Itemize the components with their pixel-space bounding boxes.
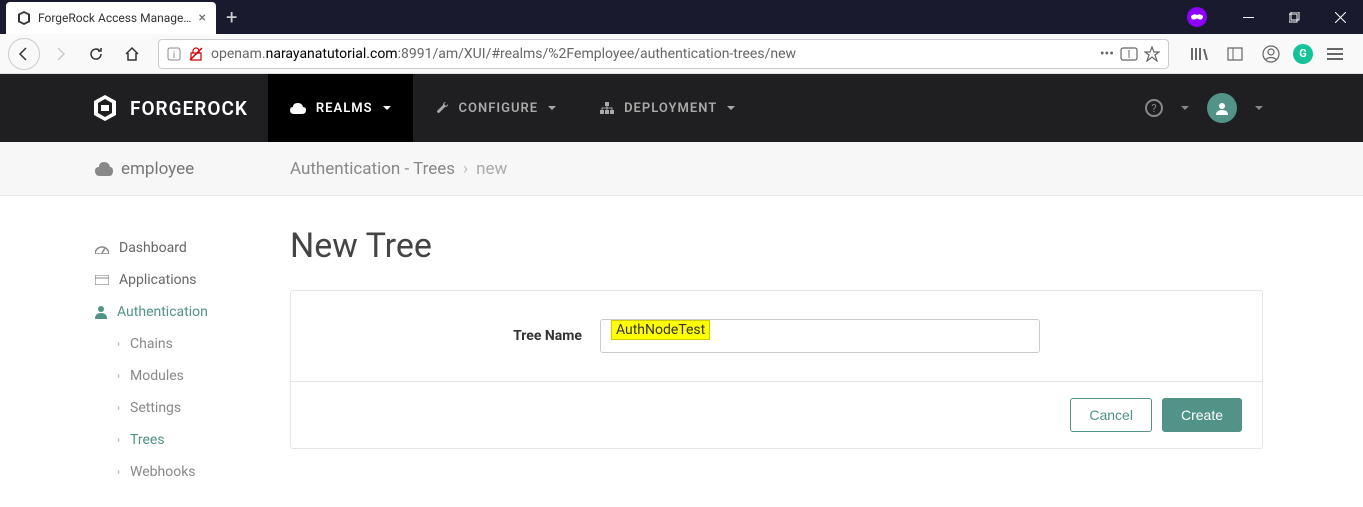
ellipsis-icon[interactable]: ••• <box>1100 46 1114 62</box>
minimize-button[interactable] <box>1225 0 1271 34</box>
browser-toolbar: i openam.narayanatutorial.com:8991/am/XU… <box>0 34 1363 74</box>
sidebar-item-dashboard[interactable]: Dashboard <box>95 232 290 264</box>
nav-deployment[interactable]: DEPLOYMENT <box>578 74 757 142</box>
breadcrumb-current: new <box>476 159 507 179</box>
chevron-right-icon: › <box>117 435 120 446</box>
wrench-icon <box>435 101 449 115</box>
applications-icon <box>95 275 109 285</box>
brand-text: FORGEROCK <box>130 97 248 120</box>
browser-tab[interactable]: ForgeRock Access Managemen × <box>6 2 216 34</box>
user-avatar[interactable] <box>1207 93 1237 123</box>
breadcrumb-item[interactable]: Authentication - Trees <box>290 159 455 179</box>
cancel-button[interactable]: Cancel <box>1070 398 1152 432</box>
grammarly-icon[interactable]: G <box>1293 44 1313 64</box>
help-icon[interactable]: ? <box>1145 99 1163 117</box>
bookmark-star-icon[interactable] <box>1144 46 1160 62</box>
tree-name-label: Tree Name <box>513 328 582 344</box>
private-mode-icon <box>1187 7 1207 27</box>
cloud-icon <box>95 162 113 176</box>
breadcrumb: Authentication - Trees › new <box>290 159 507 179</box>
sitemap-icon <box>600 102 614 114</box>
back-button[interactable] <box>8 38 40 70</box>
page-title: New Tree <box>290 226 1263 266</box>
form-panel: Tree Name AuthNodeTest Cancel Create <box>290 290 1263 449</box>
brand-logo[interactable]: FORGEROCK <box>90 93 248 123</box>
chevron-right-icon: › <box>117 371 120 382</box>
reader-icon[interactable] <box>1120 47 1138 61</box>
tab-close-icon[interactable]: × <box>199 10 206 26</box>
sidebar-item-applications[interactable]: Applications <box>95 264 290 296</box>
url-text: openam.narayanatutorial.com:8991/am/XUI/… <box>211 46 1092 62</box>
cloud-icon <box>290 102 306 114</box>
close-window-button[interactable] <box>1317 0 1363 34</box>
chevron-down-icon <box>548 106 556 110</box>
sidebar-item-authentication[interactable]: Authentication <box>95 296 290 328</box>
home-button[interactable] <box>116 38 148 70</box>
dashboard-icon <box>95 242 109 254</box>
nav-configure[interactable]: CONFIGURE <box>413 74 579 142</box>
create-button[interactable]: Create <box>1162 398 1242 432</box>
new-tab-button[interactable]: + <box>226 5 237 29</box>
url-bar[interactable]: i openam.narayanatutorial.com:8991/am/XU… <box>158 39 1169 69</box>
sidebar-item-settings[interactable]: › Settings <box>117 392 290 424</box>
library-icon[interactable] <box>1185 40 1213 68</box>
sidebar-toggle-icon[interactable] <box>1221 40 1249 68</box>
app-header: FORGEROCK REALMS CONFIGURE DEPLOYMENT ? <box>0 74 1363 142</box>
tree-name-value: AuthNodeTest <box>611 320 710 340</box>
forward-button[interactable] <box>44 38 76 70</box>
sidebar-item-trees[interactable]: › Trees <box>117 424 290 456</box>
menu-icon[interactable] <box>1321 40 1349 68</box>
svg-text:i: i <box>173 50 175 61</box>
sidebar-item-webhooks[interactable]: › Webhooks <box>117 456 290 488</box>
nav-realms[interactable]: REALMS <box>268 74 413 142</box>
user-icon <box>1215 101 1229 115</box>
sidebar: Dashboard Applications Authentication › … <box>95 196 290 488</box>
user-icon <box>95 305 107 319</box>
maximize-button[interactable] <box>1271 0 1317 34</box>
account-icon[interactable] <box>1257 40 1285 68</box>
sidebar-item-chains[interactable]: › Chains <box>117 328 290 360</box>
window-controls <box>1187 0 1363 34</box>
chevron-down-icon[interactable] <box>1255 106 1263 110</box>
chevron-right-icon: › <box>117 403 120 414</box>
chevron-right-icon: › <box>117 467 120 478</box>
chevron-down-icon <box>727 106 735 110</box>
chevron-right-icon: › <box>463 159 468 179</box>
browser-titlebar: ForgeRock Access Managemen × + <box>0 0 1363 34</box>
reload-button[interactable] <box>80 38 112 70</box>
shield-info-icon: i <box>167 47 181 61</box>
insecure-icon <box>189 47 203 61</box>
chevron-down-icon[interactable] <box>1181 106 1189 110</box>
realm-badge: employee <box>95 159 290 179</box>
breadcrumb-bar: employee Authentication - Trees › new <box>0 142 1363 196</box>
tab-favicon-icon <box>16 10 32 26</box>
tab-title: ForgeRock Access Managemen <box>38 11 193 25</box>
main-content: New Tree Tree Name AuthNodeTest Cancel C… <box>290 196 1263 488</box>
chevron-right-icon: › <box>117 339 120 350</box>
forgerock-logo-icon <box>90 93 120 123</box>
tree-name-input[interactable]: AuthNodeTest <box>600 319 1040 353</box>
chevron-down-icon <box>383 106 391 110</box>
sidebar-item-modules[interactable]: › Modules <box>117 360 290 392</box>
